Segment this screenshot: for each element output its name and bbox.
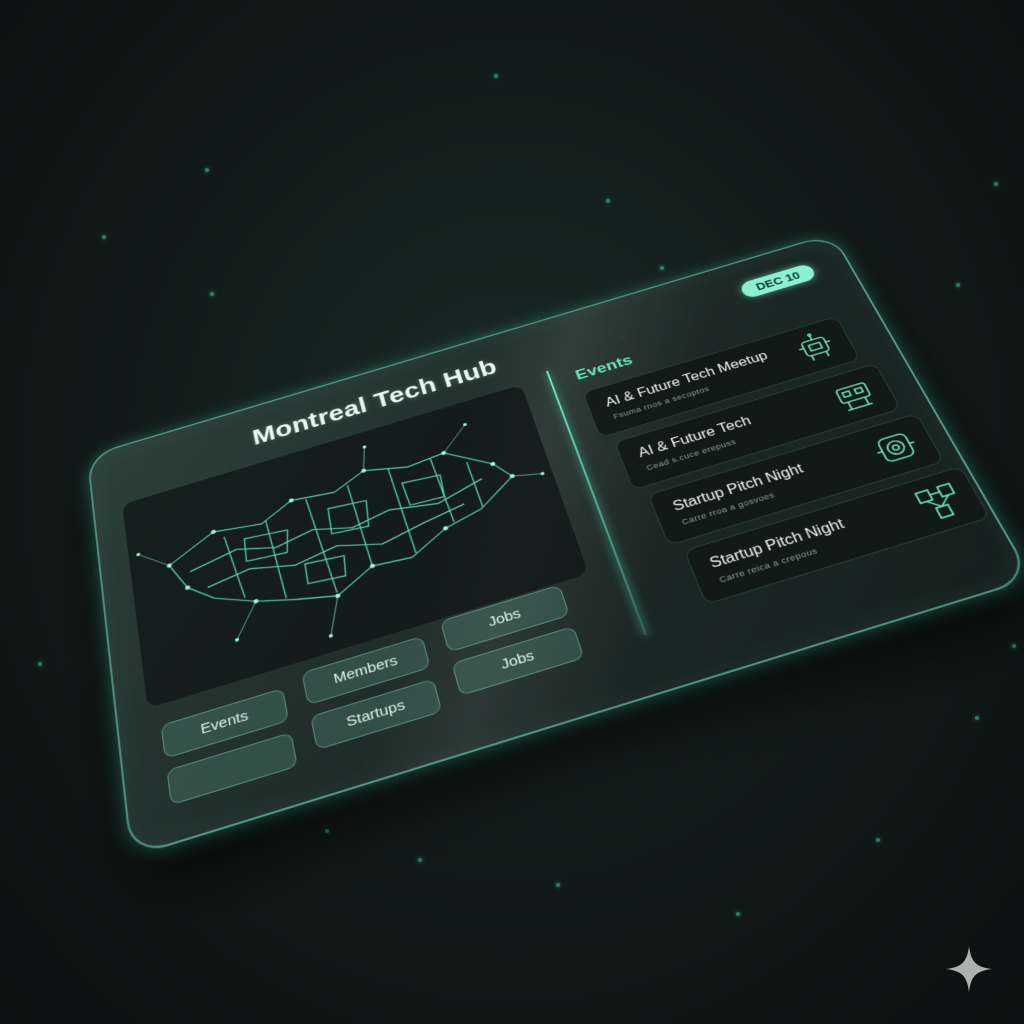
network-icon (907, 477, 973, 528)
dashboard-panel: Montreal Tech Hub DEC 10 Events Members … (86, 233, 1024, 858)
rocket-icon (864, 423, 927, 472)
robot-icon (824, 373, 885, 419)
robot-icon (787, 326, 845, 370)
sparkle-icon (946, 946, 992, 992)
date-badge[interactable]: DEC 10 (738, 262, 818, 300)
